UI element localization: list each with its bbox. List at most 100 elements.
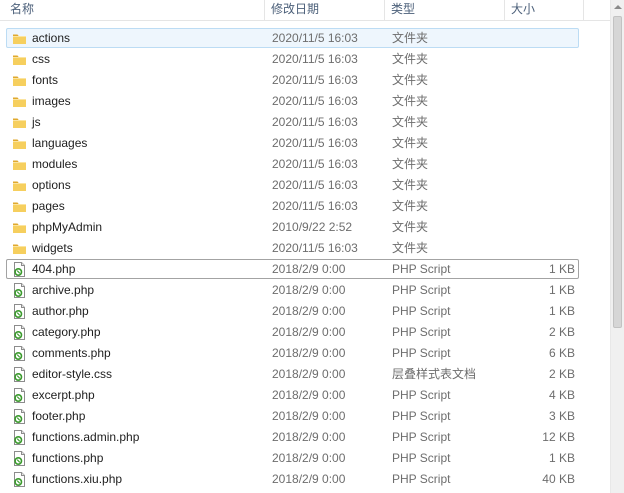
folder-row[interactable]: images 2020/11/5 16:03 文件夹 <box>6 91 579 111</box>
folder-row[interactable]: widgets 2020/11/5 16:03 文件夹 <box>6 238 579 258</box>
file-type: 文件夹 <box>392 241 429 255</box>
file-size: 40 KB <box>542 472 575 486</box>
folder-row[interactable]: fonts 2020/11/5 16:03 文件夹 <box>6 70 579 90</box>
file-name: comments.php <box>32 346 111 360</box>
script-file-icon <box>12 451 27 466</box>
file-type: PHP Script <box>392 304 451 318</box>
script-file-icon <box>12 430 27 445</box>
file-name: author.php <box>32 304 89 318</box>
file-name: functions.xiu.php <box>32 472 123 486</box>
file-type: 文件夹 <box>392 52 429 66</box>
file-type: PHP Script <box>392 325 451 339</box>
file-type: PHP Script <box>392 346 451 360</box>
modified-date: 2020/11/5 16:03 <box>272 115 358 129</box>
folder-icon <box>12 52 27 67</box>
folder-icon <box>12 73 27 88</box>
column-divider[interactable] <box>264 0 265 20</box>
file-name: archive.php <box>32 283 95 297</box>
file-size: 1 KB <box>548 283 575 297</box>
file-size: 2 KB <box>548 367 575 381</box>
file-name: pages <box>32 199 65 213</box>
file-row[interactable]: author.php 2018/2/9 0:00 PHP Script 1 KB <box>6 301 579 321</box>
modified-date: 2010/9/22 2:52 <box>272 220 353 234</box>
modified-date: 2018/2/9 0:00 <box>272 472 346 486</box>
file-type: PHP Script <box>392 430 451 444</box>
modified-date: 2018/2/9 0:00 <box>272 451 346 465</box>
script-file-icon <box>12 304 27 319</box>
folder-row[interactable]: options 2020/11/5 16:03 文件夹 <box>6 175 579 195</box>
file-size: 1 KB <box>548 262 575 276</box>
file-size: 6 KB <box>548 346 575 360</box>
script-file-icon <box>12 472 27 487</box>
folder-row[interactable]: modules 2020/11/5 16:03 文件夹 <box>6 154 579 174</box>
folder-row[interactable]: css 2020/11/5 16:03 文件夹 <box>6 49 579 69</box>
file-row[interactable]: category.php 2018/2/9 0:00 PHP Script 2 KB <box>6 322 579 342</box>
folder-icon <box>12 115 27 130</box>
file-name: phpMyAdmin <box>32 220 103 234</box>
folder-icon <box>12 241 27 256</box>
file-name: fonts <box>32 73 59 87</box>
file-row[interactable]: excerpt.php 2018/2/9 0:00 PHP Script 4 KB <box>6 385 579 405</box>
modified-date: 2020/11/5 16:03 <box>272 199 358 213</box>
folder-row[interactable]: languages 2020/11/5 16:03 文件夹 <box>6 133 579 153</box>
column-header-name[interactable]: 名称 <box>10 0 34 20</box>
file-type: PHP Script <box>392 409 451 423</box>
column-divider[interactable] <box>583 0 584 20</box>
folder-row[interactable]: phpMyAdmin 2010/9/22 2:52 文件夹 <box>6 217 579 237</box>
modified-date: 2020/11/5 16:03 <box>272 94 358 108</box>
file-type: 层叠样式表文档 <box>392 367 477 381</box>
file-name: functions.admin.php <box>32 430 140 444</box>
file-type: PHP Script <box>392 472 451 486</box>
folder-row[interactable]: js 2020/11/5 16:03 文件夹 <box>6 112 579 132</box>
file-row[interactable]: archive.php 2018/2/9 0:00 PHP Script 1 KB <box>6 280 579 300</box>
folder-row[interactable]: pages 2020/11/5 16:03 文件夹 <box>6 196 579 216</box>
file-name: footer.php <box>32 409 86 423</box>
modified-date: 2020/11/5 16:03 <box>272 73 358 87</box>
file-type: 文件夹 <box>392 73 429 87</box>
scrollbar-thumb[interactable] <box>613 16 622 328</box>
folder-row[interactable]: actions 2020/11/5 16:03 文件夹 <box>6 28 579 48</box>
file-row[interactable]: footer.php 2018/2/9 0:00 PHP Script 3 KB <box>6 406 579 426</box>
file-name: excerpt.php <box>32 388 95 402</box>
folder-icon <box>12 157 27 172</box>
file-size: 1 KB <box>548 304 575 318</box>
file-row[interactable]: functions.xiu.php 2018/2/9 0:00 PHP Script… <box>6 469 579 489</box>
file-type: 文件夹 <box>392 178 429 192</box>
file-type: PHP Script <box>392 388 451 402</box>
column-header-size[interactable]: 大小 <box>511 0 535 20</box>
column-header-bar: 名称 修改日期 类型 大小 <box>0 0 610 21</box>
file-row[interactable]: editor-style.css 2018/2/9 0:00 层叠样式表文档 2 KB <box>6 364 579 384</box>
file-type: 文件夹 <box>392 94 429 108</box>
column-divider[interactable] <box>504 0 505 20</box>
file-row[interactable]: functions.php 2018/2/9 0:00 PHP Script 1 KB <box>6 448 579 468</box>
file-type: 文件夹 <box>392 157 429 171</box>
file-type: 文件夹 <box>392 199 429 213</box>
modified-date: 2018/2/9 0:00 <box>272 367 346 381</box>
modified-date: 2018/2/9 0:00 <box>272 346 346 360</box>
file-row[interactable]: 404.php 2018/2/9 0:00 PHP Script 1 KB <box>6 259 579 279</box>
file-row[interactable]: comments.php 2018/2/9 0:00 PHP Script 6 KB <box>6 343 579 363</box>
folder-icon <box>12 178 27 193</box>
file-name: modules <box>32 157 78 171</box>
folder-icon <box>12 199 27 214</box>
file-type: 文件夹 <box>392 220 429 234</box>
file-name: languages <box>32 136 88 150</box>
column-header-date[interactable]: 修改日期 <box>271 0 319 20</box>
file-name: functions.php <box>32 451 104 465</box>
file-name: js <box>32 115 41 129</box>
modified-date: 2020/11/5 16:03 <box>272 157 358 171</box>
file-name: css <box>32 52 50 66</box>
file-name: widgets <box>32 241 73 255</box>
modified-date: 2018/2/9 0:00 <box>272 325 346 339</box>
modified-date: 2018/2/9 0:00 <box>272 262 346 276</box>
vertical-scrollbar[interactable] <box>610 0 624 493</box>
script-file-icon <box>12 262 27 277</box>
modified-date: 2020/11/5 16:03 <box>272 136 358 150</box>
file-type: 文件夹 <box>392 115 429 129</box>
modified-date: 2020/11/5 16:03 <box>272 241 358 255</box>
column-header-type[interactable]: 类型 <box>391 0 415 20</box>
script-file-icon <box>12 325 27 340</box>
column-divider[interactable] <box>384 0 385 20</box>
scroll-up-arrow-icon[interactable] <box>614 5 622 9</box>
file-row[interactable]: functions.admin.php 2018/2/9 0:00 PHP Scri… <box>6 427 579 447</box>
